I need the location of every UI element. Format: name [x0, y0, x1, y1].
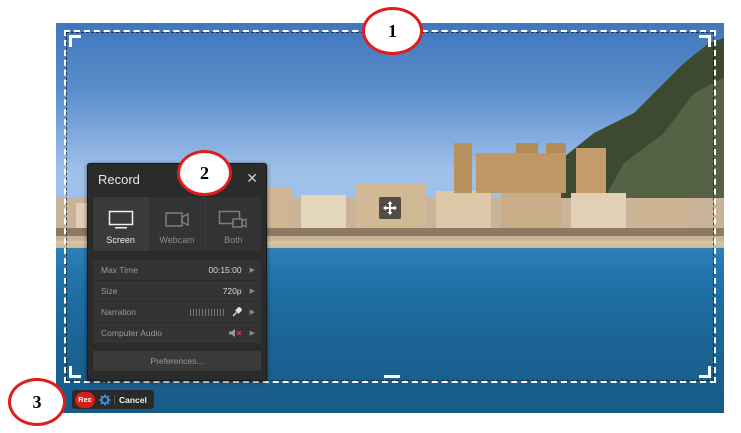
- setting-size[interactable]: Size 720p ▶: [93, 281, 261, 301]
- chevron-right-icon: ▶: [249, 288, 255, 295]
- microphone-icon: [232, 307, 242, 317]
- resize-handle-bottom-right[interactable]: [699, 366, 711, 378]
- resize-handle-bottom[interactable]: [384, 375, 400, 378]
- rec-button[interactable]: Rec: [75, 391, 95, 408]
- callout-2: 2: [177, 150, 232, 196]
- mode-webcam-label: Webcam: [159, 235, 195, 245]
- callout-3: 3: [8, 378, 66, 426]
- setting-narration[interactable]: Narration ▶: [93, 302, 261, 322]
- move-handle[interactable]: [379, 197, 401, 219]
- chevron-right-icon: ▶: [249, 309, 255, 316]
- mode-screen-label: Screen: [106, 235, 135, 245]
- callout-1: 1: [362, 7, 423, 55]
- move-arrows-icon: [383, 201, 397, 215]
- webcam-icon: [165, 212, 189, 227]
- setting-computer-audio[interactable]: Computer Audio ▶: [93, 323, 261, 343]
- record-panel-title: Record: [98, 172, 140, 187]
- resize-handle-bottom-left[interactable]: [69, 366, 81, 378]
- screen-and-webcam-icon: [219, 210, 247, 229]
- mode-both-button[interactable]: Both: [205, 197, 261, 251]
- close-icon[interactable]: ✕: [246, 170, 258, 187]
- resize-handle-top-left[interactable]: [69, 35, 81, 47]
- mode-webcam-button[interactable]: Webcam: [149, 197, 206, 251]
- settings-button[interactable]: [99, 394, 111, 406]
- preferences-button[interactable]: Preferences...: [93, 351, 261, 371]
- setting-label: Max Time: [101, 265, 138, 275]
- chevron-right-icon: ▶: [249, 330, 255, 337]
- resize-handle-top-right[interactable]: [699, 35, 711, 47]
- setting-label: Narration: [101, 307, 136, 317]
- record-settings-list: Max Time 00:15:00 ▶ Size 720p ▶ Narration …: [93, 260, 261, 344]
- record-mode-selector: Screen Webcam Both: [93, 197, 261, 251]
- setting-value: 720p: [222, 286, 242, 296]
- mode-screen-button[interactable]: Screen: [93, 197, 150, 251]
- setting-label: Size: [101, 286, 118, 296]
- mode-both-label: Both: [224, 235, 243, 245]
- monitor-icon: [108, 210, 133, 229]
- setting-value: 00:15:00: [208, 265, 242, 275]
- record-panel: Record ✕ Screen Webcam Both Max Time 00:…: [87, 163, 267, 381]
- chevron-right-icon: ▶: [249, 267, 255, 274]
- capture-toolbar: Rec Cancel: [72, 390, 154, 409]
- speaker-muted-icon: [228, 329, 242, 337]
- cancel-button[interactable]: Cancel: [114, 394, 151, 405]
- setting-label: Computer Audio: [101, 328, 162, 338]
- setting-max-time[interactable]: Max Time 00:15:00 ▶: [93, 260, 261, 280]
- gear-icon: [99, 394, 111, 405]
- audio-level-meter: [189, 308, 226, 316]
- record-panel-pointer: [100, 377, 112, 384]
